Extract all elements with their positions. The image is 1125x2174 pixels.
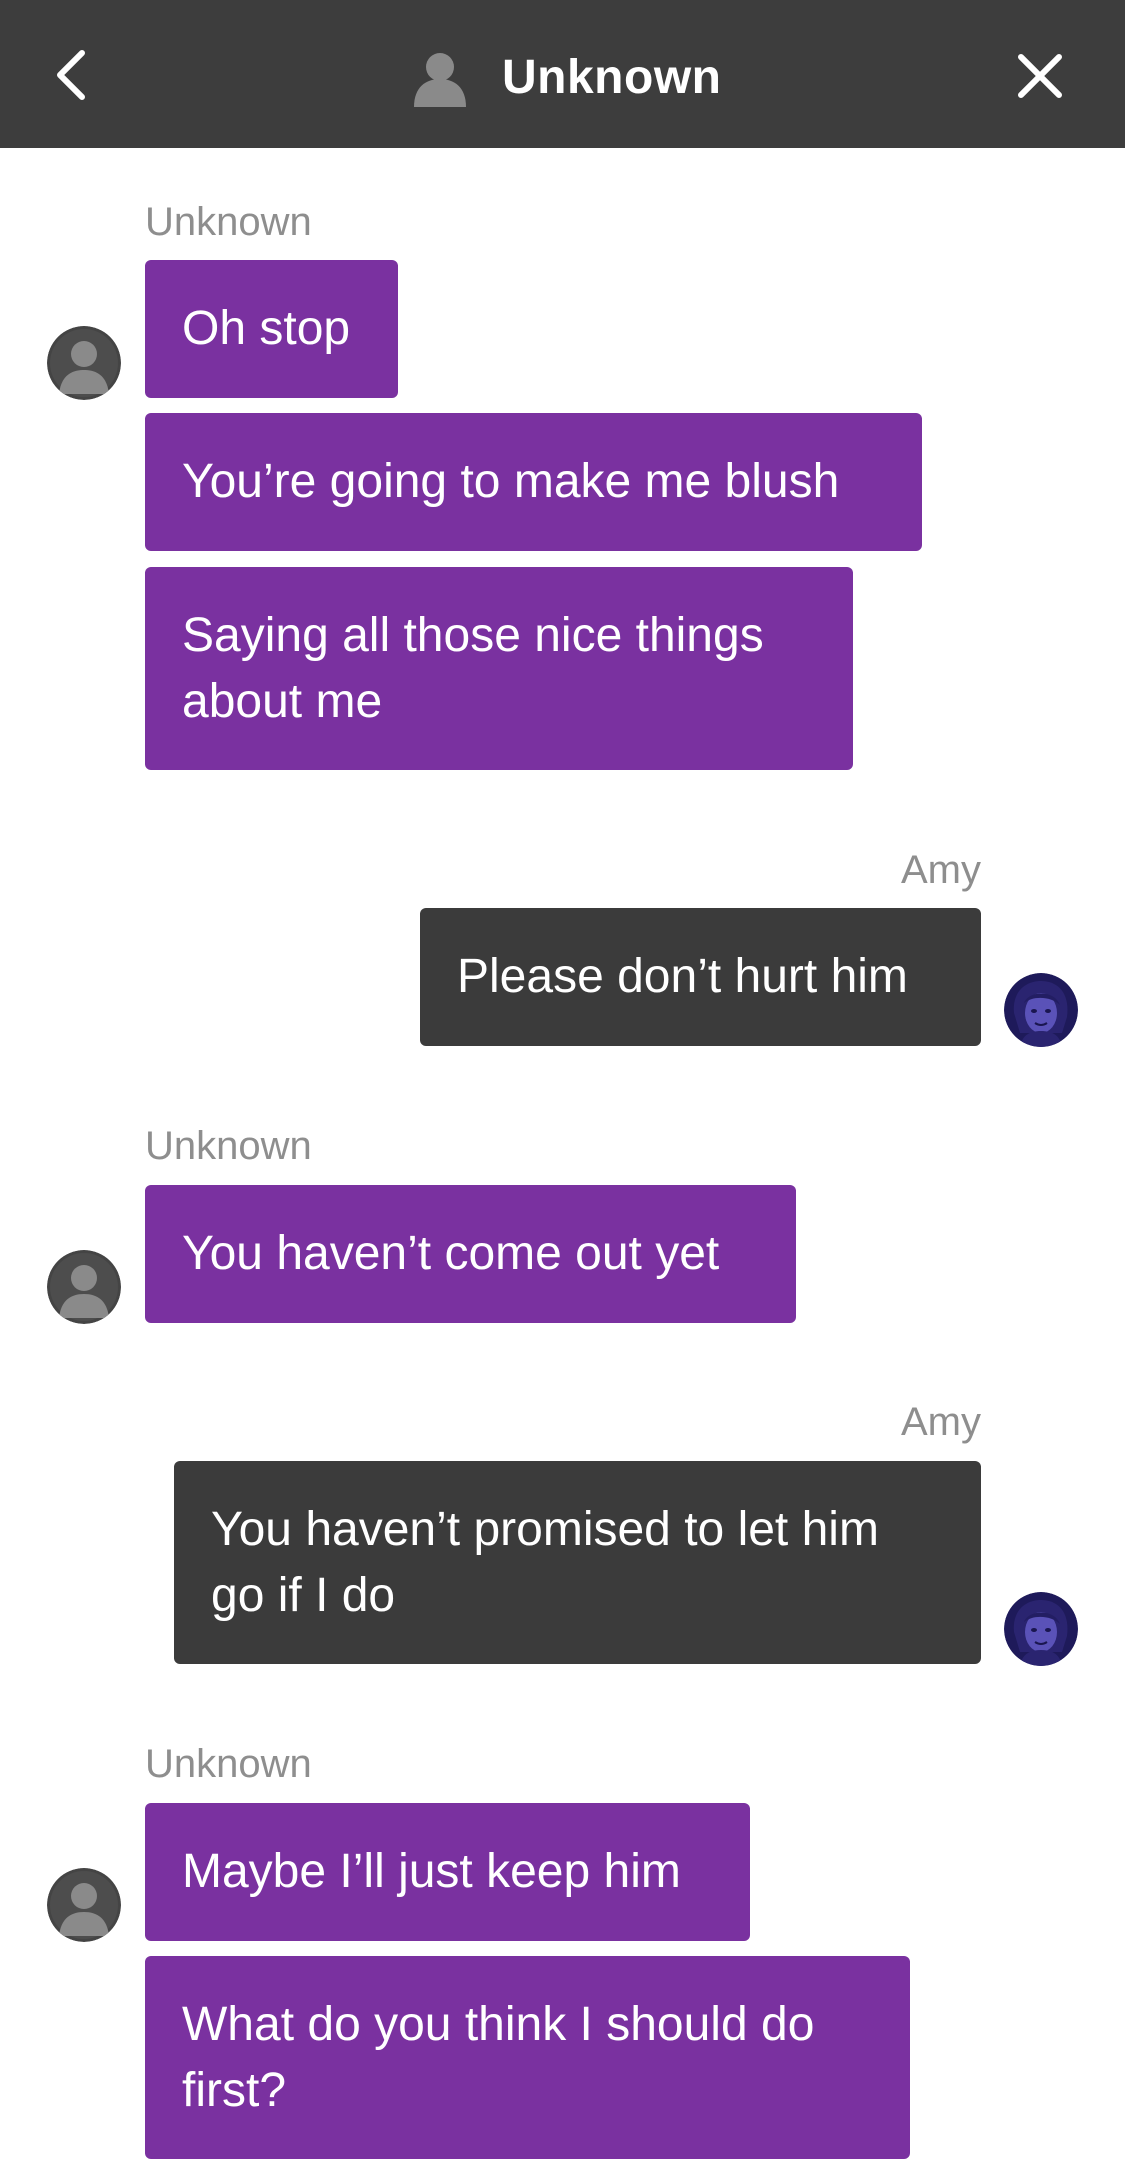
message-bubble[interactable]: You haven’t come out yet [145,1185,796,1323]
sender-name: Amy [901,1400,981,1444]
message-bubble[interactable]: Saying all those nice things about me [145,567,853,770]
chat-header: Unknown [0,0,1125,148]
message-bubble[interactable]: Maybe I’ll just keep him [145,1803,750,1941]
person-silhouette-icon [47,326,121,400]
amy-avatar[interactable] [1004,1592,1078,1666]
unknown-avatar[interactable] [47,1868,121,1942]
back-button[interactable] [40,42,100,108]
chat-title: Unknown [502,50,722,104]
unknown-avatar[interactable] [47,326,121,400]
amy-avatar[interactable] [1004,973,1078,1047]
woman-portrait-icon [1004,1592,1078,1666]
message-bubble[interactable]: You’re going to make me blush [145,413,922,551]
unknown-avatar[interactable] [47,1250,121,1324]
chevron-left-icon [57,50,85,100]
message-bubble[interactable]: What do you think I should do first? [145,1956,910,2159]
person-silhouette-icon [47,1250,121,1324]
sender-name: Unknown [145,1124,312,1168]
sender-name: Unknown [145,200,312,244]
person-silhouette-icon [47,1868,121,1942]
sender-name: Amy [901,848,981,892]
close-icon [1018,54,1062,98]
message-bubble[interactable]: Oh stop [145,260,398,398]
message-bubble[interactable]: Please don’t hurt him [420,908,981,1046]
person-silhouette-icon [414,53,466,107]
woman-portrait-icon [1004,973,1078,1047]
chat-title-group: Unknown [410,44,721,110]
sender-name: Unknown [145,1742,312,1786]
message-bubble[interactable]: You haven’t promised to let him go if I … [174,1461,981,1664]
close-button[interactable] [1010,46,1070,106]
